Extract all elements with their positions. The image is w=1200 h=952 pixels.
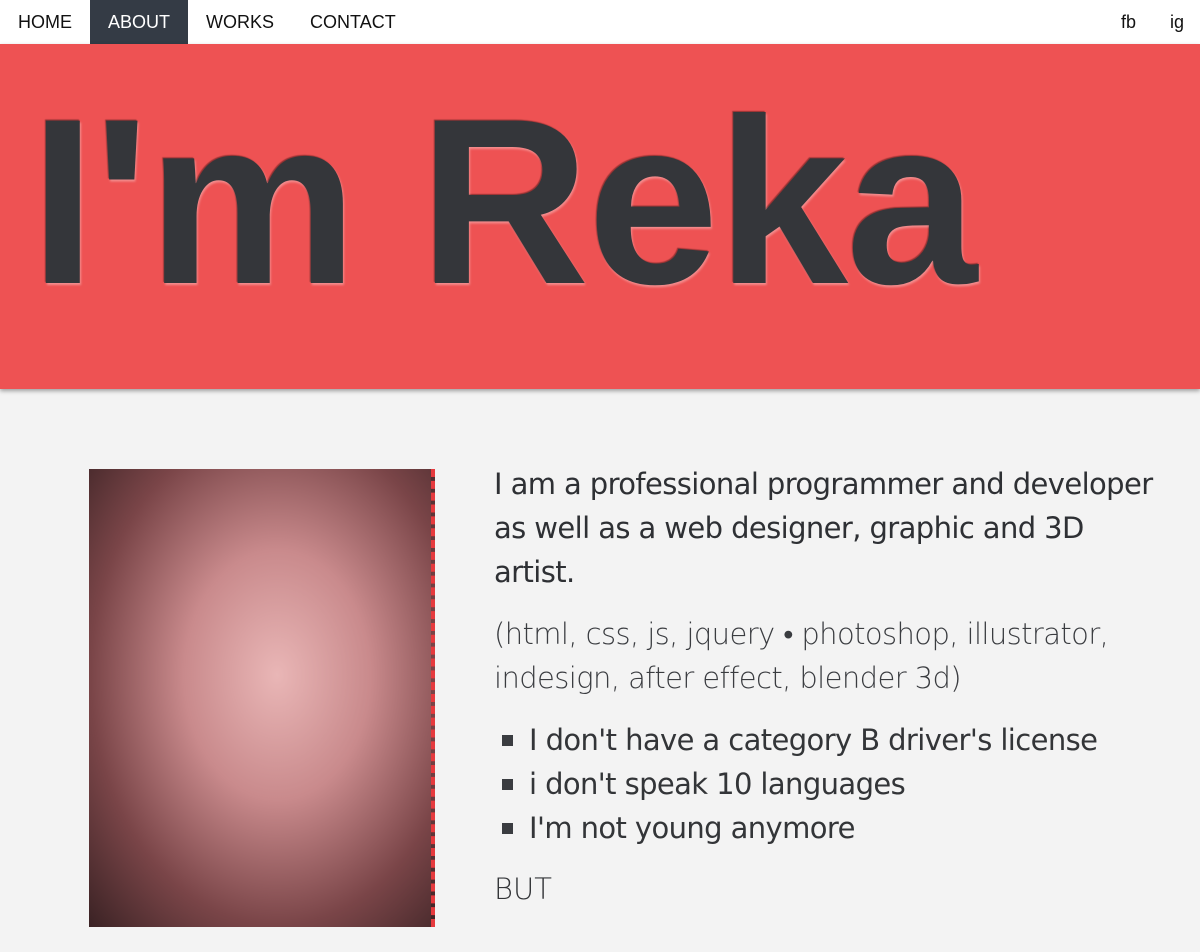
profile-photo	[89, 469, 435, 927]
facebook-link[interactable]: fb	[1103, 0, 1152, 44]
about-content: I am a professional programmer and devel…	[494, 462, 1154, 906]
nav-home[interactable]: HOME	[0, 0, 90, 44]
nav-contact[interactable]: CONTACT	[292, 0, 414, 44]
list-item: i don't speak 10 languages	[494, 762, 1154, 806]
nav-about[interactable]: ABOUT	[90, 0, 189, 44]
skills-text: (html, css, js, jquery • photoshop, illu…	[494, 617, 1109, 695]
list-item-text: i don't speak 10 languages	[529, 767, 906, 801]
list-item-text: I'm not young anymore	[529, 811, 855, 845]
instagram-link[interactable]: ig	[1152, 0, 1200, 44]
list-item: I don't have a category B driver's licen…	[494, 718, 1154, 762]
bullet-icon	[502, 734, 513, 746]
bullet-icon	[502, 778, 513, 790]
top-nav: HOME ABOUT WORKS CONTACT fb ig	[0, 0, 1200, 44]
intro-text: I am a professional programmer and devel…	[494, 467, 1153, 589]
nav-works[interactable]: WORKS	[188, 0, 292, 44]
bullet-icon	[502, 822, 513, 834]
list-item: I'm not young anymore	[494, 806, 1154, 850]
list-item-text: I don't have a category B driver's licen…	[529, 723, 1098, 757]
social-links: fb ig	[1103, 0, 1200, 44]
but-text: BUT	[494, 872, 552, 906]
hero-banner: I'm Reka	[0, 44, 1200, 389]
facts-list: I don't have a category B driver's licen…	[494, 718, 1154, 850]
hero-title: I'm Reka	[30, 70, 977, 334]
